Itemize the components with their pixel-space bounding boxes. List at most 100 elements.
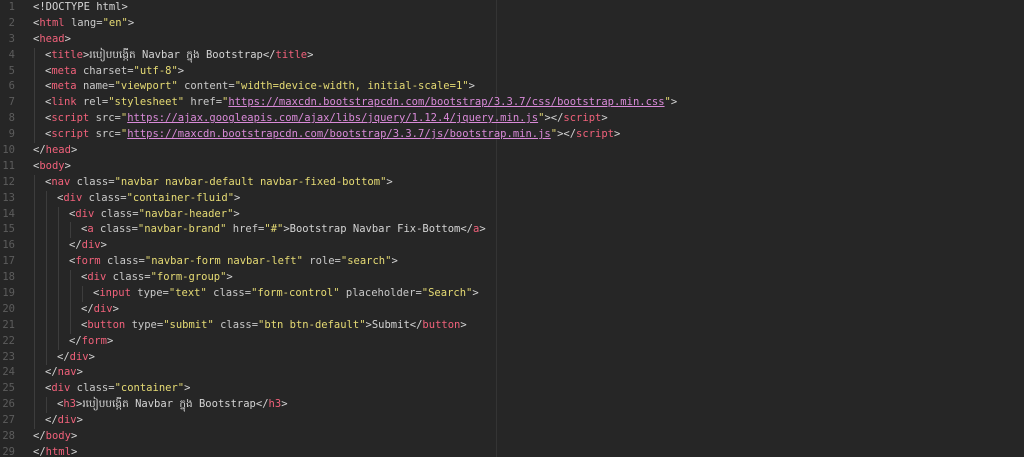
- code-token: div: [69, 350, 89, 363]
- code-token: div: [57, 414, 77, 427]
- code-text[interactable]: <meta name="viewport" content="width=dev…: [45, 79, 475, 95]
- code-text[interactable]: <html lang="en">: [33, 16, 134, 32]
- code-token: </: [255, 398, 269, 411]
- indent-guide: [70, 270, 71, 287]
- code-token: </: [262, 48, 276, 61]
- code-token: >: [112, 302, 119, 315]
- code-token: </: [69, 239, 82, 252]
- code-text[interactable]: <title>របៀបបង្កើត Navbar ក្នុង Bootstrap…: [45, 48, 313, 64]
- line-number: 27: [2, 414, 15, 427]
- code-token: input: [99, 287, 131, 300]
- indent-guide: [34, 286, 35, 302]
- code-token[interactable]: https://maxcdn.bootstrapcdn.com/bootstra…: [228, 96, 664, 108]
- code-token: class=: [94, 207, 139, 220]
- code-text[interactable]: </html>: [33, 445, 77, 457]
- line-number: 15: [2, 223, 15, 236]
- line-number: 25: [2, 382, 15, 395]
- code-token: >: [307, 48, 314, 61]
- line-number: 10: [2, 144, 15, 157]
- line-number: 21: [2, 318, 15, 331]
- code-text[interactable]: </div>: [57, 350, 95, 366]
- code-text[interactable]: <div class="navbar-header">: [69, 207, 240, 223]
- code-token: div: [63, 191, 83, 204]
- indent-guide: [58, 254, 59, 271]
- code-text[interactable]: </div>: [69, 238, 107, 254]
- code-token: link: [51, 96, 77, 109]
- code-token: class=: [100, 255, 145, 268]
- code-token: >: [64, 32, 71, 45]
- code-token: class=: [70, 382, 115, 395]
- code-token: "width=device-width, initial-scale=1": [234, 80, 469, 93]
- code-token[interactable]: https://maxcdn.bootstrapcdn.com/bootstra…: [127, 128, 551, 140]
- line-number: 2: [8, 16, 15, 29]
- code-text[interactable]: <form class="navbar-form navbar-left" ro…: [69, 254, 398, 270]
- code-text[interactable]: <link rel="stylesheet" href="https://max…: [45, 95, 677, 111]
- indent-guide: [46, 317, 47, 334]
- code-token: "viewport": [114, 80, 178, 93]
- code-text[interactable]: </body>: [33, 429, 77, 445]
- code-token: >: [106, 334, 114, 347]
- indent-guide: [46, 286, 47, 302]
- code-token: </: [57, 350, 70, 363]
- indent-guide: [34, 95, 35, 112]
- code-text[interactable]: <button type="submit" class="btn btn-def…: [81, 318, 467, 334]
- indent-guide: [46, 397, 47, 414]
- code-token: "form-control": [251, 287, 340, 300]
- code-token: charset=: [76, 64, 134, 77]
- code-token: role=: [302, 255, 341, 268]
- code-token: "en": [102, 16, 128, 29]
- code-text[interactable]: <div class="container">: [45, 381, 190, 397]
- line-number: 12: [2, 175, 15, 188]
- code-text[interactable]: <!DOCTYPE html>: [33, 0, 128, 16]
- code-token: >: [127, 16, 135, 29]
- code-token: >Submit</: [365, 318, 423, 331]
- indent-guide: [46, 238, 47, 255]
- code-token[interactable]: https://ajax.googleapis.com/ajax/libs/jq…: [127, 112, 538, 124]
- code-token: class=: [213, 318, 259, 331]
- code-token: "search": [340, 255, 392, 268]
- code-token: href=: [184, 96, 223, 109]
- code-text[interactable]: </div>: [45, 413, 83, 429]
- code-token: >: [472, 287, 479, 300]
- code-token: h3: [268, 398, 282, 411]
- code-text[interactable]: <nav class="navbar navbar-default navbar…: [45, 175, 393, 191]
- code-token: "navbar navbar-default navbar-fixed-bott…: [114, 175, 387, 188]
- code-token: >: [601, 112, 608, 125]
- indent-guide: [46, 222, 47, 239]
- code-token: script: [51, 112, 90, 125]
- code-token: form: [81, 334, 107, 347]
- code-text[interactable]: <h3>របៀបបង្កើត Navbar ក្នុង Bootstrap</h…: [57, 397, 288, 413]
- code-text[interactable]: </form>: [69, 334, 113, 350]
- indent-guide: [34, 127, 35, 144]
- code-token: name=: [76, 80, 115, 93]
- indent-guide: [70, 301, 71, 318]
- code-text[interactable]: <div class="form-group">: [81, 270, 233, 286]
- code-text[interactable]: <input type="text" class="form-control" …: [93, 286, 479, 302]
- code-text[interactable]: </nav>: [45, 365, 83, 381]
- line-number: 14: [2, 207, 15, 220]
- code-text[interactable]: <body>: [33, 159, 71, 175]
- code-token: >: [76, 414, 83, 427]
- code-token: script: [51, 128, 90, 141]
- indent-guide: [34, 222, 35, 239]
- code-text[interactable]: <div class="container-fluid">: [57, 191, 240, 207]
- code-text[interactable]: <head>: [33, 32, 71, 48]
- code-token: "btn btn-default": [258, 318, 366, 331]
- code-text[interactable]: </head>: [33, 143, 77, 159]
- code-token: src=: [89, 112, 121, 125]
- code-text[interactable]: <a class="navbar-brand" href="#">Bootstr…: [81, 222, 486, 238]
- code-token: nav: [51, 175, 71, 188]
- line-number: 18: [2, 271, 15, 284]
- code-text[interactable]: <script src="https://ajax.googleapis.com…: [45, 111, 608, 127]
- code-text[interactable]: <meta charset="utf-8">: [45, 64, 184, 80]
- code-text[interactable]: <script src="https://maxcdn.bootstrapcdn…: [45, 127, 620, 143]
- code-token: script: [576, 128, 614, 141]
- indent-guide: [82, 286, 83, 302]
- code-token: lang=: [64, 16, 103, 29]
- line-number: 8: [8, 112, 15, 125]
- indent-guide: [34, 254, 35, 271]
- code-text[interactable]: </div>: [81, 302, 119, 318]
- code-token: class=: [93, 223, 138, 236]
- code-editor[interactable]: 1 <!DOCTYPE html> 2 <html lang="en"> 3 <head>…: [0, 0, 1024, 457]
- line-number: 19: [2, 287, 15, 300]
